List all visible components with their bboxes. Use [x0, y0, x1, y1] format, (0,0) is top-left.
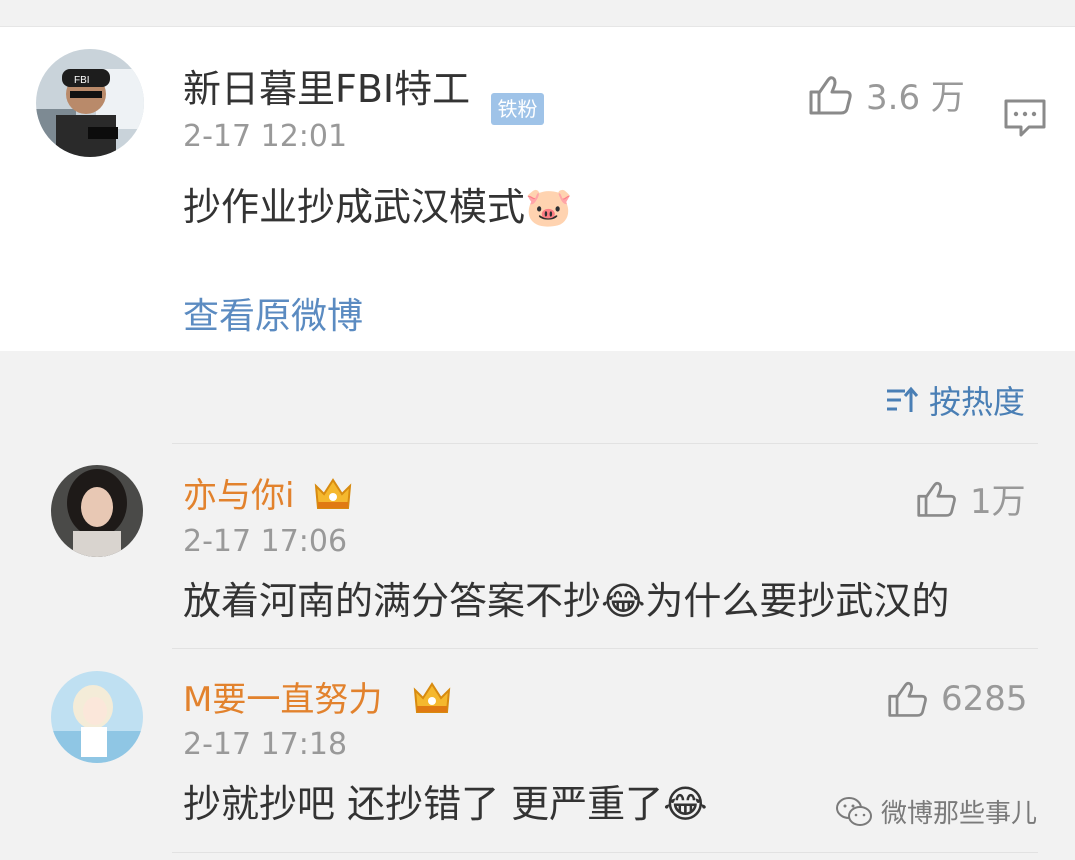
comment-text: 抄就抄吧 还抄错了 更严重了😂	[183, 782, 708, 826]
vip-crown-icon	[413, 682, 451, 713]
post-like-button[interactable]: 3.6 万	[808, 70, 965, 119]
comment-text: 放着河南的满分答案不抄😂为什么要抄武汉的	[183, 579, 950, 623]
divider	[172, 648, 1038, 649]
watermark: 微博那些事儿	[835, 793, 1037, 830]
original-post-card: FBI 新日暮里FBI特工 铁粉 2-17 12:01 3.6 万 抄作业抄成武…	[0, 27, 1075, 351]
post-like-count: 3.6 万	[866, 78, 965, 118]
sort-label: 按热度	[929, 383, 1026, 421]
comment-avatar[interactable]	[51, 465, 143, 557]
watermark-text: 微博那些事儿	[881, 799, 1038, 829]
wechat-icon	[836, 796, 872, 826]
comment-time: 2-17 17:18	[183, 727, 348, 762]
fan-badge[interactable]: 铁粉	[491, 93, 544, 125]
sort-by-hot-button[interactable]: 按热度	[885, 377, 1025, 423]
comment-icon[interactable]	[1003, 98, 1047, 138]
vip-crown-icon	[314, 478, 352, 509]
divider	[172, 443, 1038, 444]
thumbs-up-icon	[888, 681, 927, 717]
comment-like-button[interactable]: 6285	[887, 679, 1028, 719]
comment-like-count: 1万	[970, 482, 1026, 522]
fbi-avatar-image: FBI	[36, 49, 144, 157]
sort-icon	[887, 386, 919, 412]
post-time: 2-17 12:01	[183, 119, 348, 154]
view-original-weibo-link[interactable]: 查看原微博	[183, 295, 363, 339]
post-avatar[interactable]: FBI	[36, 49, 144, 157]
comment-avatar[interactable]	[51, 671, 143, 763]
divider	[172, 852, 1038, 853]
post-username[interactable]: 新日暮里FBI特工	[183, 67, 470, 111]
comment-username[interactable]: 亦与你i	[183, 474, 294, 518]
girl-avatar-image	[51, 465, 143, 557]
svg-text:FBI: FBI	[74, 75, 90, 86]
comment-like-button[interactable]: 1万	[916, 474, 1026, 523]
comment-username[interactable]: M要一直努力	[183, 678, 382, 722]
comment-like-count: 6285	[941, 679, 1028, 719]
post-text: 抄作业抄成武汉模式🐷	[183, 185, 573, 229]
thumbs-up-icon	[917, 481, 956, 517]
thumbs-up-icon	[809, 75, 852, 114]
top-edge-bar	[0, 0, 1075, 27]
anime-avatar-image	[51, 671, 143, 763]
comment-time: 2-17 17:06	[183, 524, 348, 559]
